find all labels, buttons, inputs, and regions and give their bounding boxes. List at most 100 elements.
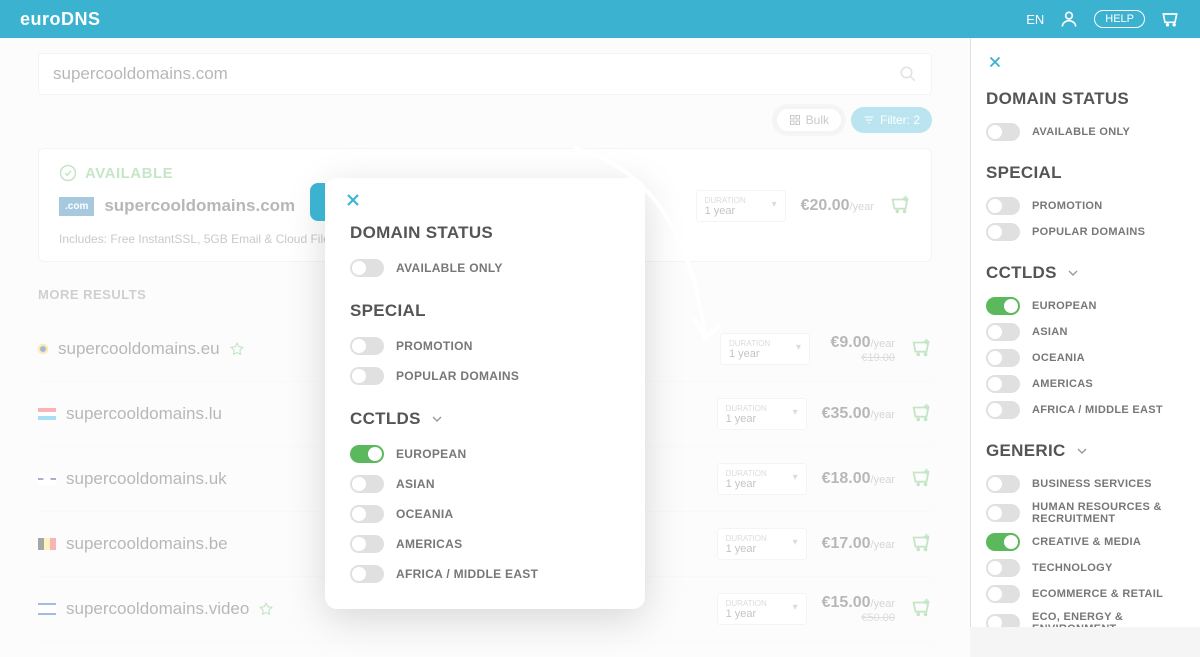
toggle-switch[interactable] [986, 614, 1020, 627]
close-icon[interactable] [986, 53, 1004, 71]
filter-modal: DOMAIN STATUSAVAILABLE ONLYSPECIALPROMOT… [325, 178, 645, 609]
help-button[interactable]: HELP [1094, 10, 1145, 28]
chevron-down-icon [429, 411, 445, 427]
tag-icon [259, 602, 273, 616]
filter-toggle-row: AMERICAS [986, 371, 1185, 397]
toggle-label: TECHNOLOGY [1032, 562, 1113, 574]
toggle-switch[interactable] [350, 337, 384, 355]
toggle-switch[interactable] [986, 223, 1020, 241]
filter-section-title: SPECIAL [986, 163, 1185, 183]
duration-select[interactable]: DURATION 1 year [720, 333, 810, 365]
filter-section-title[interactable]: CCTLDS [350, 409, 620, 429]
toggle-switch[interactable] [350, 367, 384, 385]
tld-badge: .com [59, 197, 94, 216]
flag-icon [38, 473, 56, 485]
duration-select[interactable]: DURATION 1 year [717, 463, 807, 495]
toggle-label: EUROPEAN [396, 447, 466, 461]
filter-section-title: DOMAIN STATUS [986, 89, 1185, 109]
modal-tab-accent [310, 183, 325, 221]
toggle-label: AVAILABLE ONLY [1032, 126, 1130, 138]
toggle-label: AMERICAS [396, 537, 462, 551]
result-price: €15.00 [822, 594, 871, 611]
filter-toggle-row: PROMOTION [986, 193, 1185, 219]
brand-logo: euroDNS [20, 9, 101, 30]
toggle-switch[interactable] [350, 259, 384, 277]
result-price: €17.00 [822, 535, 871, 552]
toggle-switch[interactable] [986, 323, 1020, 341]
toggle-label: PROMOTION [1032, 200, 1103, 212]
add-to-cart-button[interactable] [910, 337, 932, 362]
add-to-cart-button[interactable] [889, 194, 911, 219]
filter-section-title: SPECIAL [350, 301, 620, 321]
toggle-switch[interactable] [986, 504, 1020, 522]
toggle-switch[interactable] [350, 505, 384, 523]
toggle-label: POPULAR DOMAINS [396, 369, 519, 383]
toggle-switch[interactable] [986, 297, 1020, 315]
toggle-switch[interactable] [350, 445, 384, 463]
toggle-switch[interactable] [986, 375, 1020, 393]
close-icon[interactable] [343, 190, 363, 210]
toggle-label: AFRICA / MIDDLE EAST [1032, 404, 1163, 416]
toggle-switch[interactable] [986, 533, 1020, 551]
result-old-price: €19.00 [825, 352, 895, 364]
user-icon[interactable] [1059, 9, 1079, 29]
search-box [38, 53, 932, 95]
toggle-switch[interactable] [986, 475, 1020, 493]
add-to-cart-button[interactable] [910, 402, 932, 427]
toggle-switch[interactable] [986, 197, 1020, 215]
filter-label: Filter: 2 [880, 113, 920, 127]
filter-toggle-row: BUSINESS SERVICES [986, 471, 1185, 497]
filter-section-title[interactable]: CCTLDS [986, 263, 1185, 283]
featured-domain-name: supercooldomains.com [104, 196, 295, 216]
language-selector[interactable]: EN [1026, 12, 1044, 27]
toggle-label: OCEANIA [1032, 352, 1085, 364]
toggle-switch[interactable] [986, 401, 1020, 419]
filter-toggle-row: EUROPEAN [350, 439, 620, 469]
duration-select[interactable]: DURATION 1 year [717, 528, 807, 560]
cart-icon[interactable] [1160, 9, 1180, 29]
toggle-label: EUROPEAN [1032, 300, 1097, 312]
result-price: €9.00 [830, 334, 870, 351]
filter-toggle-row: AMERICAS [350, 529, 620, 559]
action-row: Bulk Filter: 2 [38, 107, 932, 133]
result-domain-name: supercooldomains.eu [58, 339, 220, 359]
toggle-switch[interactable] [986, 559, 1020, 577]
add-to-cart-button[interactable] [910, 597, 932, 622]
result-price: €35.00 [822, 405, 871, 422]
chevron-down-icon [1065, 265, 1081, 281]
result-old-price: €50.00 [822, 612, 895, 624]
toggle-switch[interactable] [986, 123, 1020, 141]
bulk-button[interactable]: Bulk [775, 107, 843, 133]
duration-select[interactable]: DURATION 1 year [717, 398, 807, 430]
add-to-cart-button[interactable] [910, 532, 932, 557]
result-price: €18.00 [822, 470, 871, 487]
filter-section-title: DOMAIN STATUS [350, 223, 620, 243]
toggle-label: AVAILABLE ONLY [396, 261, 503, 275]
topbar: euroDNS EN HELP [0, 0, 1200, 38]
toggle-label: ECO, ENERGY & ENVIRONMENT [1032, 611, 1185, 627]
filter-toggle-row: ASIAN [350, 469, 620, 499]
toggle-switch[interactable] [350, 565, 384, 583]
toggle-switch[interactable] [986, 349, 1020, 367]
duration-select[interactable]: DURATION 1 year [696, 190, 786, 222]
toggle-label: ASIAN [396, 477, 435, 491]
search-input[interactable] [53, 64, 899, 84]
filter-button[interactable]: Filter: 2 [851, 107, 932, 133]
filter-section-title[interactable]: GENERIC [986, 441, 1185, 461]
toggle-switch[interactable] [350, 475, 384, 493]
toggle-label: AFRICA / MIDDLE EAST [396, 567, 538, 581]
toggle-label: BUSINESS SERVICES [1032, 478, 1152, 490]
toggle-label: ECOMMERCE & RETAIL [1032, 588, 1163, 600]
tag-icon [230, 342, 244, 356]
flag-icon [38, 603, 56, 615]
check-circle-icon [59, 164, 77, 182]
filter-toggle-row: TECHNOLOGY [986, 555, 1185, 581]
toggle-switch[interactable] [350, 535, 384, 553]
add-to-cart-button[interactable] [910, 467, 932, 492]
duration-select[interactable]: DURATION 1 year [717, 593, 807, 625]
filter-icon [863, 114, 875, 126]
filter-toggle-row: ASIAN [986, 319, 1185, 345]
toggle-label: AMERICAS [1032, 378, 1093, 390]
toggle-switch[interactable] [986, 585, 1020, 603]
search-icon[interactable] [899, 65, 917, 83]
